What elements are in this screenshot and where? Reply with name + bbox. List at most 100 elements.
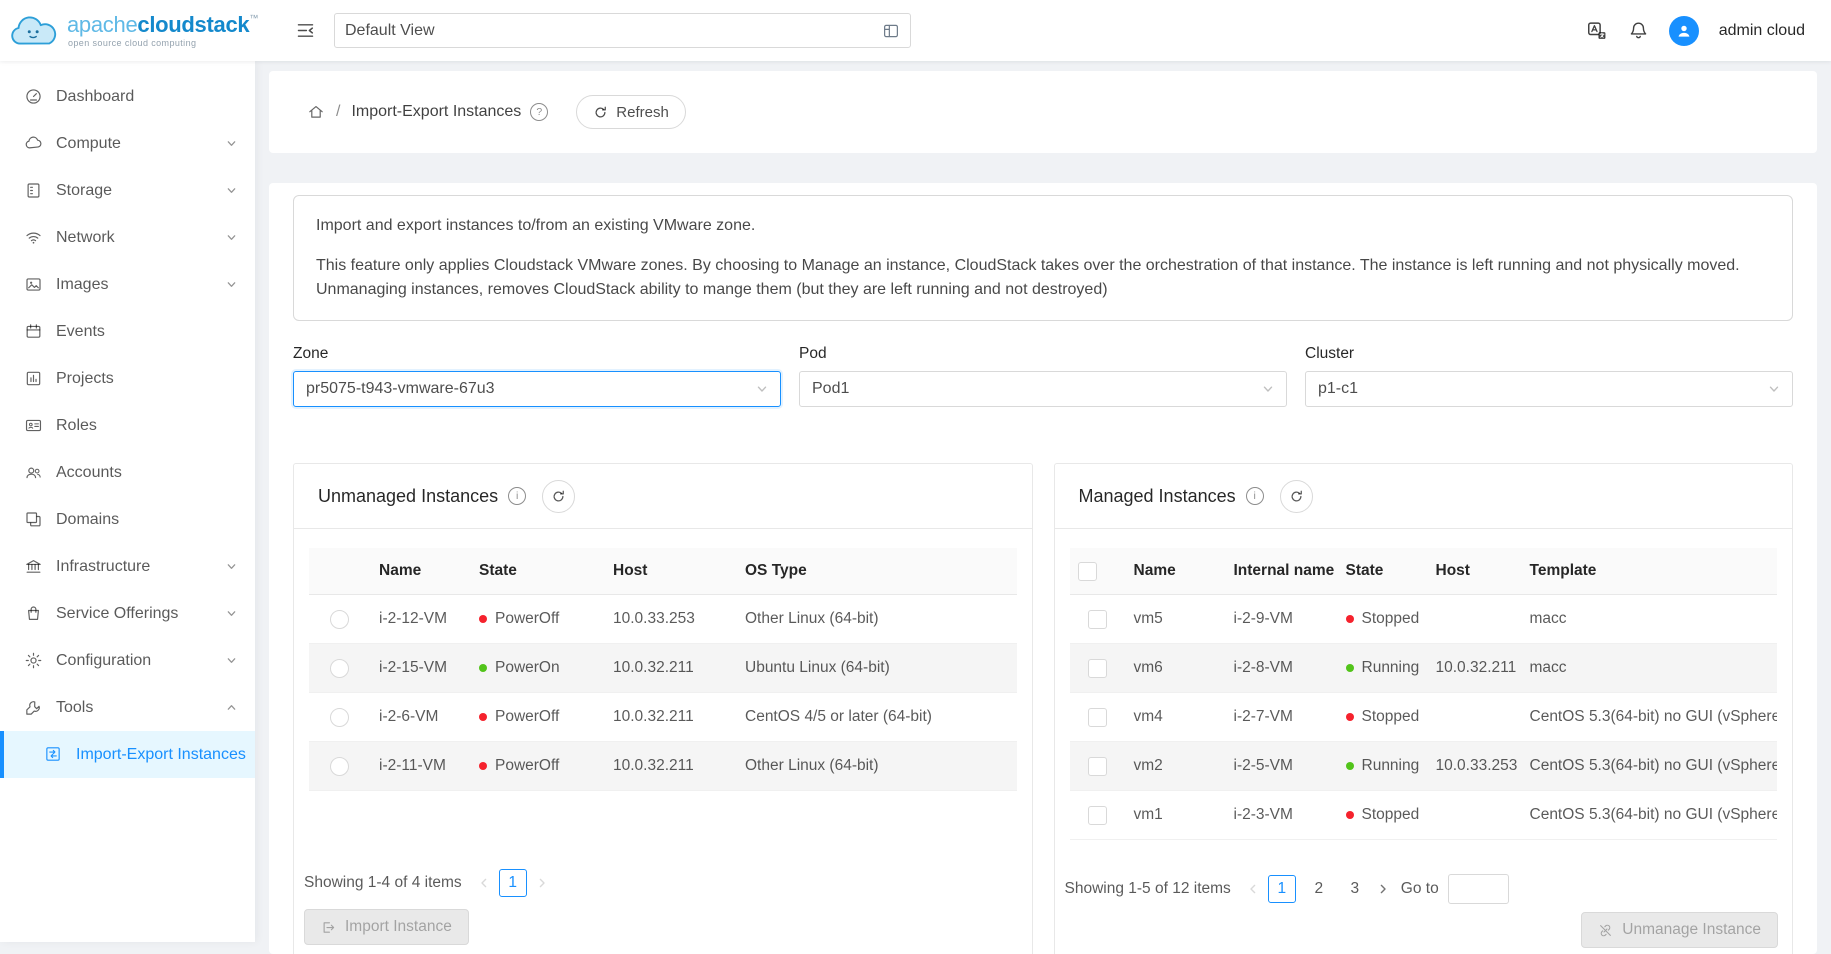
user-avatar[interactable] (1669, 16, 1699, 46)
cell-state: PowerOff (469, 693, 603, 742)
table-row[interactable]: vm1 i-2-3-VM Stopped CentOS 5.3(64-bit) … (1070, 791, 1778, 840)
col-select (1070, 548, 1126, 595)
cloudstack-logo[interactable]: apachecloudstack™ open source cloud comp… (0, 10, 263, 52)
table-row[interactable]: i-2-12-VM PowerOff 10.0.33.253 Other Lin… (309, 595, 1017, 644)
zone-select-value: pr5075-t943-vmware-67u3 (306, 380, 495, 398)
sidebar-item-label: Dashboard (56, 88, 134, 106)
table-row[interactable]: i-2-11-VM PowerOff 10.0.32.211 Other Lin… (309, 742, 1017, 791)
managed-pagination: Showing 1-5 of 12 items 1 2 3 Go to (1065, 874, 1793, 904)
managed-instances-table: Name Internal name State Host Template (1070, 548, 1778, 840)
sidebar-item-label: Infrastructure (56, 558, 150, 576)
row-radio[interactable] (330, 659, 349, 678)
row-checkbox[interactable] (1088, 610, 1107, 629)
disconnect-icon (1598, 923, 1613, 938)
cluster-select[interactable]: p1-c1 (1305, 371, 1793, 407)
info-circle-icon[interactable]: i (508, 487, 526, 505)
table-row[interactable]: vm4 i-2-7-VM Stopped CentOS 5.3(64-bit) … (1070, 693, 1778, 742)
table-row[interactable]: vm5 i-2-9-VM Stopped macc (1070, 595, 1778, 644)
cell-os-type: Other Linux (64-bit) (735, 742, 1017, 791)
next-page-icon[interactable] (1377, 883, 1389, 895)
zone-select[interactable]: pr5075-t943-vmware-67u3 (293, 371, 781, 407)
sidebar-item-accounts[interactable]: Accounts (0, 449, 255, 496)
cell-template: CentOS 5.3(64-bit) no GUI (vSphere) (1522, 791, 1778, 840)
top-header: apachecloudstack™ open source cloud comp… (0, 0, 1831, 61)
sidebar-item-label: Configuration (56, 652, 151, 670)
cell-state: PowerOff (469, 595, 603, 644)
table-row[interactable]: vm2 i-2-5-VM Running 10.0.33.253 CentOS … (1070, 742, 1778, 791)
sidebar-item-tools[interactable]: Tools (0, 684, 255, 731)
sidebar-item-compute[interactable]: Compute (0, 120, 255, 167)
sidebar-item-roles[interactable]: Roles (0, 402, 255, 449)
table-row[interactable]: i-2-6-VM PowerOff 10.0.32.211 CentOS 4/5… (309, 693, 1017, 742)
bell-icon[interactable] (1628, 20, 1649, 41)
select-all-checkbox[interactable] (1078, 562, 1097, 581)
chevron-down-icon (226, 138, 237, 149)
gear-icon (24, 651, 43, 670)
row-checkbox[interactable] (1088, 757, 1107, 776)
sidebar-item-service-offerings[interactable]: Service Offerings (0, 590, 255, 637)
sidebar-item-import-export-instances[interactable]: Import-Export Instances (0, 731, 255, 778)
cell-name: i-2-12-VM (369, 595, 469, 644)
sidebar-item-projects[interactable]: Projects (0, 355, 255, 402)
unmanaged-instances-panel: Unmanaged Instances i Name (293, 463, 1033, 954)
col-host: Host (1428, 548, 1522, 595)
sidebar-item-dashboard[interactable]: Dashboard (0, 73, 255, 120)
sidebar-item-infrastructure[interactable]: Infrastructure (0, 543, 255, 590)
state-dot (479, 713, 487, 721)
next-page-icon[interactable] (536, 877, 548, 889)
page-number-3[interactable]: 3 (1342, 876, 1368, 902)
chevron-up-icon (226, 702, 237, 713)
pod-select[interactable]: Pod1 (799, 371, 1287, 407)
cell-name: vm1 (1126, 791, 1226, 840)
unmanaged-reload-button[interactable] (542, 480, 575, 513)
sidebar-item-storage[interactable]: Storage (0, 167, 255, 214)
user-name[interactable]: admin cloud (1719, 22, 1805, 40)
row-checkbox[interactable] (1088, 806, 1107, 825)
sidebar-item-label: Import-Export Instances (76, 746, 246, 764)
cell-name: vm4 (1126, 693, 1226, 742)
sidebar-item-network[interactable]: Network (0, 214, 255, 261)
view-selector[interactable]: Default View (334, 13, 911, 48)
sidebar-item-configuration[interactable]: Configuration (0, 637, 255, 684)
sidebar-item-images[interactable]: Images (0, 261, 255, 308)
row-checkbox[interactable] (1088, 659, 1107, 678)
unmanage-instance-button[interactable]: Unmanage Instance (1581, 912, 1778, 948)
menu-fold-icon[interactable] (295, 20, 316, 41)
table-row[interactable]: vm6 i-2-8-VM Running 10.0.32.211 macc (1070, 644, 1778, 693)
prev-page-icon[interactable] (478, 877, 490, 889)
question-circle-icon[interactable]: ? (530, 103, 548, 121)
info-circle-icon[interactable]: i (1246, 487, 1264, 505)
refresh-button[interactable]: Refresh (576, 95, 686, 129)
sidebar-item-domains[interactable]: Domains (0, 496, 255, 543)
cell-name: i-2-6-VM (369, 693, 469, 742)
breadcrumb-separator: / (336, 103, 340, 121)
chevron-down-icon (226, 185, 237, 196)
chevron-down-icon (226, 279, 237, 290)
cell-name: i-2-11-VM (369, 742, 469, 791)
row-radio[interactable] (330, 757, 349, 776)
chevron-down-icon (226, 655, 237, 666)
pod-label: Pod (799, 345, 1287, 363)
translation-icon[interactable] (1586, 20, 1608, 42)
page-number-1[interactable]: 1 (499, 869, 527, 897)
tool-icon (24, 698, 43, 717)
unmanaged-pagination: Showing 1-4 of 4 items 1 (304, 869, 1032, 897)
table-row[interactable]: i-2-15-VM PowerOn 10.0.32.211 Ubuntu Lin… (309, 644, 1017, 693)
row-checkbox[interactable] (1088, 708, 1107, 727)
main-content: / Import-Export Instances ? Refresh Impo… (255, 61, 1831, 942)
cell-host: 10.0.33.253 (603, 595, 735, 644)
page-number-1[interactable]: 1 (1268, 875, 1296, 903)
chevron-down-icon (1262, 383, 1274, 395)
col-name: Name (369, 548, 469, 595)
managed-reload-button[interactable] (1280, 480, 1313, 513)
page-number-2[interactable]: 2 (1306, 876, 1332, 902)
sidebar-item-events[interactable]: Events (0, 308, 255, 355)
col-host: Host (603, 548, 735, 595)
row-radio[interactable] (330, 708, 349, 727)
cell-os-type: Ubuntu Linux (64-bit) (735, 644, 1017, 693)
home-icon[interactable] (307, 103, 325, 121)
row-radio[interactable] (330, 610, 349, 629)
goto-page-input[interactable] (1448, 874, 1509, 904)
prev-page-icon[interactable] (1247, 883, 1259, 895)
import-instance-button[interactable]: Import Instance (304, 909, 469, 945)
